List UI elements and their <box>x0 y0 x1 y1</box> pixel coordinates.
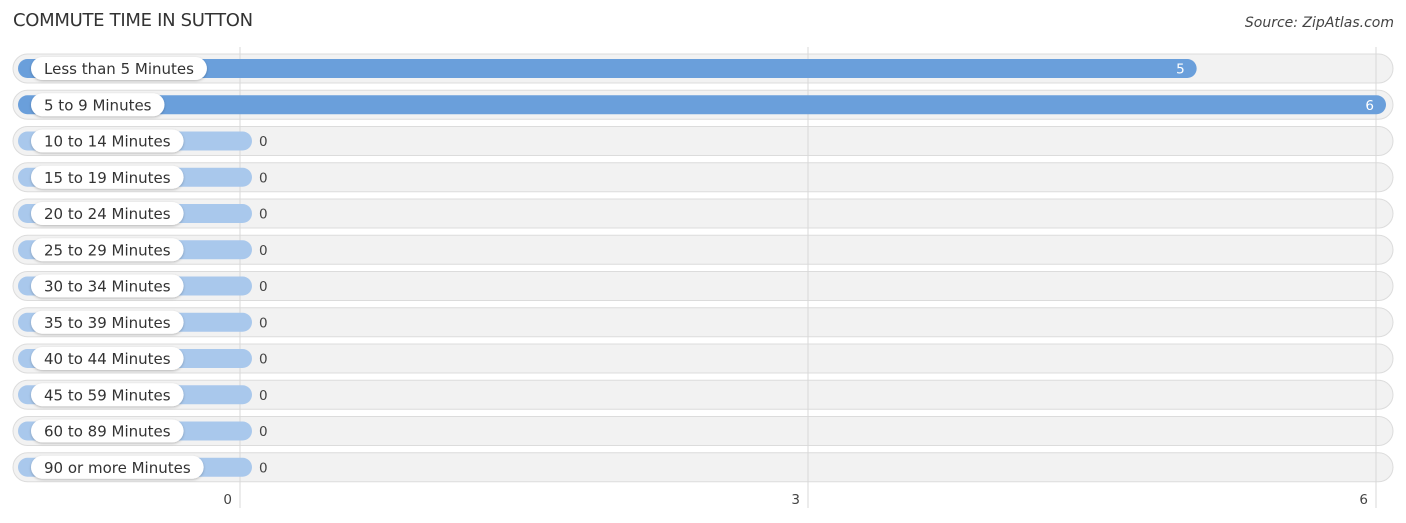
category-label: 60 to 89 Minutes <box>44 423 171 441</box>
value-label: 0 <box>259 170 268 186</box>
category-label: 45 to 59 Minutes <box>44 386 171 404</box>
category-label: 20 to 24 Minutes <box>44 205 171 223</box>
category-label: 10 to 14 Minutes <box>44 133 171 151</box>
value-label: 5 <box>1176 62 1185 78</box>
value-label: 0 <box>259 424 268 440</box>
bar <box>18 95 1386 115</box>
value-label: 6 <box>1365 98 1374 114</box>
x-tick-label: 0 <box>223 492 232 508</box>
value-label: 0 <box>259 315 268 331</box>
category-label: 35 to 39 Minutes <box>44 314 171 332</box>
category-label: 40 to 44 Minutes <box>44 350 171 368</box>
category-label: Less than 5 Minutes <box>44 60 194 78</box>
category-label: 30 to 34 Minutes <box>44 278 171 296</box>
value-label: 0 <box>259 134 268 150</box>
x-tick-label: 3 <box>791 492 800 508</box>
value-label: 0 <box>259 207 268 223</box>
bar-chart: Less than 5 Minutes 5 5 to 9 Minutes 6 10 to… <box>12 47 1394 508</box>
value-label: 0 <box>259 243 268 259</box>
value-label: 0 <box>259 279 268 295</box>
value-label: 0 <box>259 460 268 476</box>
category-label: 25 to 29 Minutes <box>44 241 171 259</box>
value-label: 0 <box>259 352 268 368</box>
value-label: 0 <box>259 388 268 404</box>
category-label: 5 to 9 Minutes <box>44 96 152 114</box>
category-label: 15 to 19 Minutes <box>44 169 171 187</box>
x-tick-label: 6 <box>1359 492 1368 508</box>
category-label: 90 or more Minutes <box>44 459 191 477</box>
